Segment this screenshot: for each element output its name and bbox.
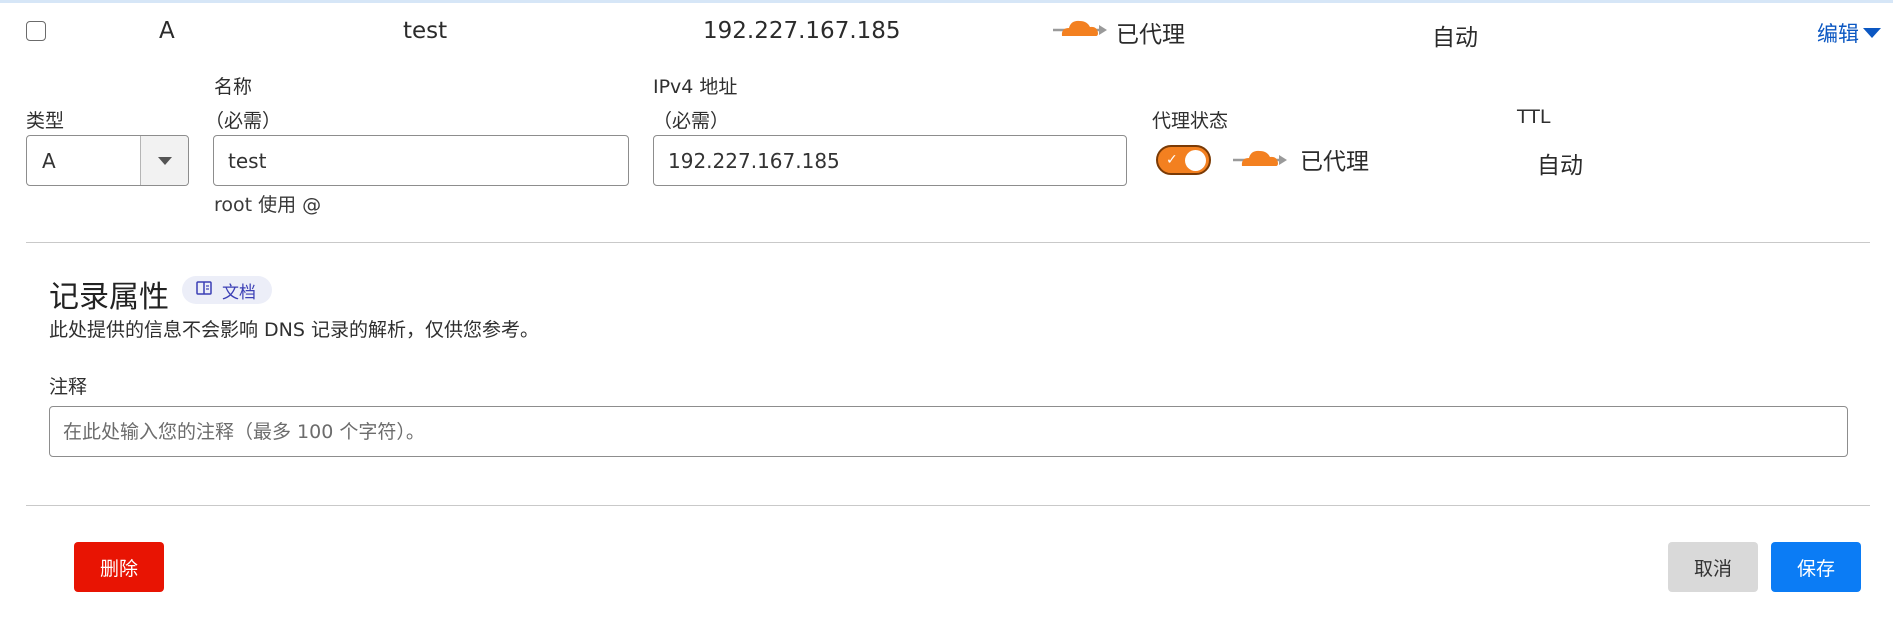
record-select-checkbox[interactable]	[26, 21, 46, 41]
proxy-status-value: 已代理	[1300, 149, 1369, 175]
divider	[26, 242, 1870, 243]
cancel-button[interactable]: 取消	[1668, 542, 1758, 592]
ttl-value: 自动	[1537, 153, 1583, 179]
name-label: 名称	[214, 76, 253, 98]
type-select-value: A	[42, 149, 56, 173]
dns-record-row: A test 192.227.167.185 已代理 自动 编辑	[0, 3, 1893, 59]
triangle-down-icon	[158, 157, 172, 165]
name-input[interactable]	[213, 135, 629, 186]
comment-label: 注释	[49, 376, 88, 398]
record-proxy-status: 已代理	[1052, 13, 1185, 48]
edit-label: 编辑	[1817, 22, 1859, 46]
record-type: A	[159, 18, 175, 44]
record-attributes-title: 记录属性	[49, 280, 169, 315]
name-required: （必需）	[205, 110, 282, 132]
caret-down-icon	[1863, 28, 1881, 38]
record-attributes-description: 此处提供的信息不会影响 DNS 记录的解析，仅供您参考。	[49, 319, 539, 341]
record-name: test	[403, 18, 448, 44]
record-ttl: 自动	[1432, 25, 1478, 51]
comment-input[interactable]	[49, 406, 1848, 457]
proxy-status-display: 已代理	[1232, 142, 1369, 176]
record-content: 192.227.167.185	[703, 18, 901, 44]
type-label: 类型	[26, 110, 65, 132]
check-icon: ✓	[1166, 152, 1178, 168]
cloud-proxied-icon	[1232, 144, 1288, 174]
divider	[26, 505, 1870, 506]
save-button[interactable]: 保存	[1771, 542, 1861, 592]
ttl-label: TTL	[1517, 106, 1551, 128]
toggle-knob	[1185, 150, 1206, 171]
ipv4-label: IPv4 地址	[653, 76, 738, 98]
type-select-toggle[interactable]	[140, 136, 188, 185]
ipv4-input[interactable]	[653, 135, 1127, 186]
book-icon	[196, 280, 212, 300]
ipv4-required: （必需）	[653, 110, 730, 132]
proxy-status-label: 代理状态	[1152, 110, 1229, 132]
cloud-proxied-icon	[1052, 14, 1108, 46]
docs-label: 文档	[222, 282, 256, 303]
record-proxy-label: 已代理	[1116, 22, 1185, 48]
docs-link[interactable]: 文档	[182, 276, 272, 304]
delete-button[interactable]: 删除	[74, 542, 164, 592]
type-select[interactable]: A	[26, 135, 189, 186]
proxy-toggle[interactable]: ✓	[1156, 145, 1211, 175]
name-hint: root 使用 @	[214, 194, 322, 216]
edit-button[interactable]: 编辑	[1817, 18, 1881, 48]
